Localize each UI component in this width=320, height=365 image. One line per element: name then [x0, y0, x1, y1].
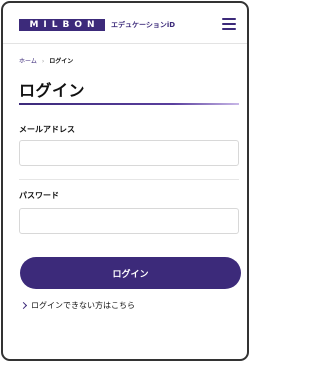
cannot-login-link-label: ログインできない方はこちら: [31, 301, 135, 310]
logo-text: MILBON: [29, 20, 100, 30]
login-button[interactable]: ログイン: [20, 257, 241, 289]
page-frame: MILBON エデュケーションiD ホーム › ログイン ログイン メールアドレス …: [1, 1, 249, 361]
email-field[interactable]: [19, 140, 239, 166]
hamburger-menu-icon[interactable]: [222, 17, 236, 31]
breadcrumb-separator-icon: ›: [41, 58, 45, 65]
header: MILBON エデュケーションiD: [3, 3, 247, 44]
password-field[interactable]: [19, 208, 239, 234]
cannot-login-link[interactable]: ログインできない方はこちら: [19, 300, 135, 311]
menu-bar: [222, 18, 236, 20]
title-underline: [19, 103, 239, 105]
breadcrumb-home-link[interactable]: ホーム: [19, 58, 37, 65]
logo-subtitle: エデュケーションiD: [111, 21, 176, 29]
chevron-right-icon: [19, 301, 28, 310]
breadcrumb: ホーム › ログイン: [19, 56, 73, 65]
menu-bar: [222, 28, 236, 30]
milbon-logo[interactable]: MILBON: [19, 19, 105, 31]
divider: [19, 179, 239, 180]
breadcrumb-current: ログイン: [49, 58, 74, 65]
password-label: パスワード: [19, 191, 59, 200]
email-label: メールアドレス: [19, 125, 75, 134]
page-title: ログイン: [19, 81, 86, 100]
menu-bar: [222, 23, 236, 25]
